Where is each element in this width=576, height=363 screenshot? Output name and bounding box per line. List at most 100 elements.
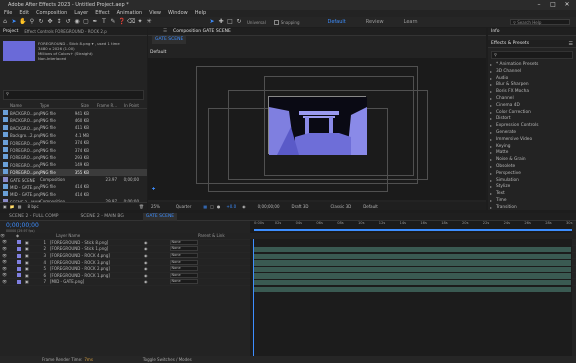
effects-category[interactable]: Obsolete [488,164,576,171]
layer-name[interactable]: [MID - GATE.png] [50,279,130,284]
col-name[interactable]: Name [0,103,40,108]
zoom-select[interactable]: 25% [151,204,160,209]
grid-icon[interactable]: ▦ [203,204,207,209]
rotate-axis-icon[interactable]: ↻ [235,18,243,26]
resolution-select[interactable]: Quarter [176,204,191,209]
layer-name[interactable]: [FOREGROUND - Stick 1.png] [50,246,130,251]
home-icon[interactable]: ⌂ [1,18,9,26]
layer-label-color[interactable] [17,253,21,258]
minimize-icon[interactable]: – [532,1,546,9]
hand-tool-icon[interactable]: ✋ [19,18,27,26]
parent-select[interactable]: None [169,272,198,278]
channel-icon[interactable]: ● [217,204,221,209]
visibility-eye-icon[interactable]: 👁 [2,266,7,271]
project-item[interactable]: FOREGRO...png PNG file 149 KB [0,161,147,168]
default-camera-select[interactable]: Default [363,204,378,209]
layer-duration-bar[interactable] [253,266,571,273]
col-in-point[interactable]: In Point [117,103,139,108]
close-icon[interactable]: ✕ [560,1,574,9]
snapshot-icon[interactable]: ◉ [242,204,246,209]
project-item[interactable]: FOREGRO...png PNG file 374 KB [0,139,147,146]
move-tool-icon[interactable]: ✥ [46,18,54,26]
universal-label[interactable]: Universal [247,20,266,25]
layer-duration-bar[interactable] [253,260,571,266]
layer-name[interactable]: [FOREGROUND - ROCK 4.png] [50,253,130,258]
layer-label-color[interactable] [17,246,21,251]
parent-select[interactable]: None [169,266,198,272]
layer-label-color[interactable] [17,273,21,278]
visibility-eye-icon[interactable]: 👁 [2,246,7,251]
parent-select[interactable]: None [169,253,198,259]
rectangle-tool-icon[interactable]: ▢ [82,18,90,26]
search-help-input[interactable]: ⚲ Search Help [510,19,570,25]
menu-composition[interactable]: Composition [36,10,67,17]
renderer-select[interactable]: Classic 3D [330,204,351,209]
scale-axis-icon[interactable]: □ [226,18,234,26]
effects-category[interactable]: Generate [488,130,576,137]
menu-effect[interactable]: Effect [95,10,109,17]
eraser-tool-icon[interactable]: ⌫ [127,18,135,26]
project-item[interactable]: FOREGRO...png PNG file 355 KB [0,168,147,176]
tab-scene2-main-bg[interactable]: SCENE 2 - MAIN BG [77,213,126,221]
menu-help[interactable]: Help [195,10,206,17]
move-axis-icon[interactable]: ✚ [217,18,225,26]
project-item[interactable]: GATE SCENE Composition 23.97 0;00;00 [0,176,147,183]
tab-gate-scene-timeline[interactable]: GATE SCENE [142,212,178,221]
col-parent-link[interactable]: Parent & Link [198,233,225,238]
tab-project[interactable]: Project [0,28,21,36]
tab-info[interactable]: Info [488,28,503,36]
anchor-tool-icon[interactable]: ◉ [73,18,81,26]
menu-view[interactable]: View [149,10,161,17]
snapping-label[interactable]: Snapping [281,20,300,25]
visibility-eye-icon[interactable]: 👁 [2,279,7,284]
project-search-input[interactable]: ⚲ [3,90,144,100]
timeline-timecode[interactable]: 0;00;00;00 [6,222,250,229]
tab-scene2-full[interactable]: SCENE 2 - FULL COMP [6,213,61,221]
project-item[interactable]: MID - GATE.png PNG file 414 KB [0,183,147,190]
visibility-eye-icon[interactable]: 👁 [2,260,7,264]
menu-edit[interactable]: Edit [19,10,29,17]
selection-arrow-icon[interactable]: ➤ [208,18,216,26]
layer-name[interactable]: [FOREGROUND - ROCK 3.png] [50,260,130,265]
shy-switch-icon[interactable]: ◉ [144,260,148,265]
layer-name[interactable]: [FOREGROUND - Stick 8.png] [50,240,130,245]
roto-tool-icon[interactable]: ✦ [136,18,144,26]
layer-name[interactable]: [FOREGROUND - ROCK 2.png] [50,266,130,271]
effects-category[interactable]: Perspective [488,171,576,178]
shy-switch-icon[interactable]: ◉ [144,273,148,278]
tab-effects-presets[interactable]: Effects & Presets [488,40,532,48]
layer-duration-bar[interactable] [253,280,571,286]
lock-icon[interactable]: ☰ [160,28,170,36]
menu-file[interactable]: File [4,10,12,17]
layer-duration-bar[interactable] [253,247,571,253]
layer-duration-bar[interactable] [253,253,571,259]
col-size[interactable]: Size [67,103,89,108]
bpc-label[interactable]: 8 bpc [28,204,39,209]
effects-category[interactable]: Immersive Video [488,137,576,144]
shy-switch-icon[interactable]: ◉ [144,279,148,284]
comp-viewer[interactable]: ✚ [148,58,486,200]
track-area[interactable] [250,239,572,356]
selection-tool-icon[interactable]: ➤ [10,18,18,26]
effects-category[interactable]: Channel [488,96,576,103]
layer-label-color[interactable] [17,240,21,245]
project-item[interactable]: MID - GATE.png PNG file 414 KB [0,191,147,198]
effects-category[interactable]: 3D Channel [488,69,576,76]
viewer-timecode[interactable]: 0;00;00;00 [258,204,280,209]
layer-label-color[interactable] [17,260,21,265]
orbit-tool-icon[interactable]: ↻ [37,18,45,26]
menu-window[interactable]: Window [168,10,188,17]
effects-category[interactable]: Noise & Grain [488,157,576,164]
parent-select[interactable]: None [169,279,198,285]
clone-tool-icon[interactable]: ❓ [118,18,126,26]
project-item[interactable]: BACKGRO...png PNG file 411 KB [0,124,147,131]
toggle-switches-button[interactable]: Toggle Switches / Modes [143,357,192,362]
exposure-value[interactable]: +0.0 [226,204,236,209]
rotate-tool-icon[interactable]: ↺ [64,18,72,26]
interpret-footage-icon[interactable]: ▣ [3,204,7,209]
effects-category[interactable]: Boris FX Mocha [488,89,576,96]
zoom-tool-icon[interactable]: ⚲ [28,18,36,26]
shy-switch-icon[interactable]: ◉ [144,266,148,271]
col-frame-rate[interactable]: Frame R... [89,103,117,108]
parent-select[interactable]: None [169,259,198,265]
